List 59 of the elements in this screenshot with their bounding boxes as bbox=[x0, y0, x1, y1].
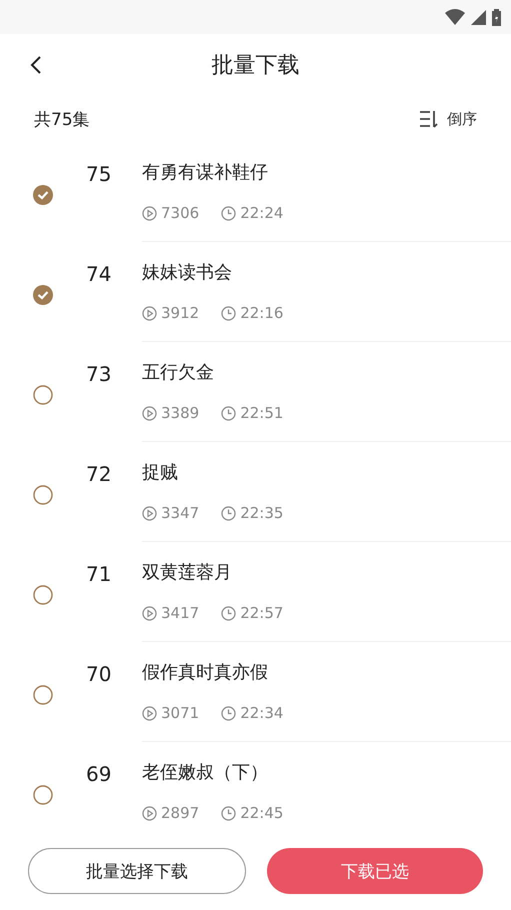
checkbox-icon[interactable] bbox=[33, 685, 53, 705]
page-title: 批量下载 bbox=[212, 52, 300, 80]
episode-title: 双黄莲蓉月 bbox=[142, 561, 232, 584]
duration: 22:45 bbox=[240, 804, 284, 822]
episode-number: 69 bbox=[86, 762, 112, 786]
duration: 22:34 bbox=[240, 704, 284, 722]
batch-select-button[interactable]: 批量选择下载 bbox=[28, 848, 246, 894]
play-count: 3389 bbox=[161, 404, 200, 422]
duration: 22:16 bbox=[240, 304, 284, 322]
clock-icon bbox=[221, 706, 236, 720]
checkbox-icon[interactable] bbox=[33, 585, 53, 605]
duration: 22:51 bbox=[240, 404, 284, 422]
play-count: 3071 bbox=[161, 704, 200, 722]
clock-icon bbox=[221, 306, 236, 320]
clock-icon bbox=[221, 506, 236, 520]
episode-number: 70 bbox=[86, 662, 112, 686]
checkbox-icon[interactable] bbox=[33, 785, 53, 805]
checked-icon[interactable] bbox=[33, 285, 53, 305]
episode-title: 捉贼 bbox=[142, 461, 178, 484]
episode-title: 老侄嫩叔（下） bbox=[142, 761, 268, 784]
checkbox-icon[interactable] bbox=[33, 485, 53, 505]
play-icon bbox=[142, 806, 157, 820]
episode-title: 假作真时真亦假 bbox=[142, 661, 268, 684]
sort-button[interactable]: 倒序 bbox=[419, 109, 477, 129]
clock-icon bbox=[221, 806, 236, 820]
back-icon[interactable] bbox=[30, 56, 42, 74]
clock-icon bbox=[221, 206, 236, 220]
play-count: 3417 bbox=[161, 604, 200, 622]
play-icon bbox=[142, 306, 157, 320]
play-count: 7306 bbox=[161, 204, 200, 222]
wifi-icon bbox=[445, 9, 465, 25]
episode-title: 五行欠金 bbox=[142, 361, 214, 384]
play-icon bbox=[142, 706, 157, 720]
play-count: 3912 bbox=[161, 304, 200, 322]
episode-count: 共75集 bbox=[34, 108, 90, 130]
episode-number: 73 bbox=[86, 362, 112, 386]
play-count: 2897 bbox=[161, 804, 200, 822]
play-icon bbox=[142, 606, 157, 620]
episode-number: 75 bbox=[86, 162, 112, 186]
episode-number: 72 bbox=[86, 462, 112, 486]
play-icon bbox=[142, 506, 157, 520]
duration: 22:35 bbox=[240, 504, 284, 522]
play-count: 3347 bbox=[161, 504, 200, 522]
clock-icon bbox=[221, 606, 236, 620]
download-selected-button[interactable]: 下载已选 bbox=[267, 848, 483, 894]
signal-icon bbox=[471, 10, 486, 24]
duration: 22:57 bbox=[240, 604, 284, 622]
clock-icon bbox=[221, 406, 236, 420]
checked-icon[interactable] bbox=[33, 185, 53, 205]
sort-icon bbox=[419, 109, 439, 129]
episode-number: 71 bbox=[86, 562, 112, 586]
episode-title: 妹妹读书会 bbox=[142, 261, 232, 284]
episode-number: 74 bbox=[86, 262, 112, 286]
duration: 22:24 bbox=[240, 204, 284, 222]
checkbox-icon[interactable] bbox=[33, 385, 53, 405]
battery-icon bbox=[492, 8, 501, 26]
episode-title: 有勇有谋补鞋仔 bbox=[142, 161, 268, 184]
play-icon bbox=[142, 406, 157, 420]
play-icon bbox=[142, 206, 157, 220]
